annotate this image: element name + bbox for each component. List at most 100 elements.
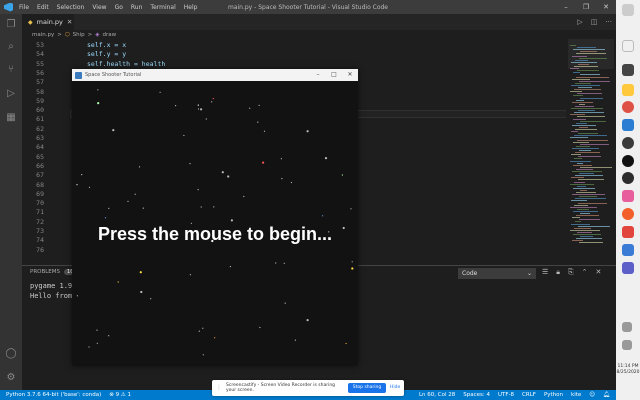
minimap-line xyxy=(578,225,610,227)
taskbar-icon[interactable] xyxy=(622,4,634,16)
folder-icon[interactable] xyxy=(622,84,634,96)
chrome-icon[interactable] xyxy=(622,101,634,113)
menu-item-go[interactable]: Go xyxy=(115,4,123,11)
minimap-line xyxy=(578,179,604,181)
star xyxy=(258,104,260,106)
run-debug-icon[interactable]: ▷ xyxy=(5,88,17,100)
star xyxy=(198,330,200,332)
github-icon[interactable] xyxy=(622,155,634,167)
menu-item-terminal[interactable]: Terminal xyxy=(150,4,175,11)
run-icon[interactable]: ▷ xyxy=(577,18,582,26)
maximize-icon[interactable]: □ xyxy=(326,69,342,81)
app-icon[interactable] xyxy=(622,244,634,256)
minimap-line xyxy=(575,198,606,200)
teams-icon[interactable] xyxy=(622,262,634,274)
search-icon[interactable]: ⌕ xyxy=(5,41,17,53)
indentation[interactable]: Spaces: 4 xyxy=(463,392,490,398)
minimap[interactable] xyxy=(566,39,616,265)
game-window-title: Space Shooter Tutorial xyxy=(85,72,142,78)
problems-status[interactable]: ⊗ 9 ⚠ 1 xyxy=(109,392,131,398)
menu-item-file[interactable]: File xyxy=(19,4,29,11)
star xyxy=(227,175,230,178)
star xyxy=(214,337,216,339)
window-controls: – ❐ ✕ xyxy=(556,0,616,14)
extensions-icon[interactable]: ▦ xyxy=(5,112,17,124)
system-clock[interactable]: 11:14 PM 8/25/2020 xyxy=(616,364,640,376)
star xyxy=(262,161,265,164)
close-panel-icon[interactable]: ✕ xyxy=(596,268,602,277)
star xyxy=(97,89,99,91)
app-icon[interactable] xyxy=(622,190,634,202)
minimap-line xyxy=(577,47,596,49)
minimap-line xyxy=(574,135,607,137)
explorer-icon[interactable]: ❐ xyxy=(5,19,17,31)
kite-status[interactable]: kite xyxy=(571,392,581,398)
minimap-line xyxy=(573,141,589,143)
tab-main-py[interactable]: ◆ main.py ✕ xyxy=(22,14,74,30)
vscode-icon[interactable] xyxy=(622,119,634,131)
settings-gear-icon[interactable]: ⚙ xyxy=(5,372,17,384)
close-icon[interactable]: ✕ xyxy=(596,0,616,14)
encoding[interactable]: UTF-8 xyxy=(498,392,514,398)
minimap-line xyxy=(573,72,580,74)
cursor-position[interactable]: Ln 60, Col 28 xyxy=(419,392,455,398)
app-icon[interactable] xyxy=(622,226,634,238)
minimize-icon[interactable]: – xyxy=(556,0,576,14)
file-explorer-icon[interactable] xyxy=(622,64,634,76)
stop-sharing-button[interactable]: Stop sharing xyxy=(348,383,386,393)
maximize-panel-icon[interactable]: ⌃ xyxy=(582,268,588,277)
volume-icon[interactable] xyxy=(622,340,632,350)
minimap-line xyxy=(575,175,603,177)
breadcrumb-file[interactable]: main.py xyxy=(32,32,54,38)
split-editor-icon[interactable]: ◫ xyxy=(591,18,598,26)
minimap-line xyxy=(580,166,612,168)
network-icon[interactable] xyxy=(622,322,632,332)
python-interpreter[interactable]: Python 3.7.6 64-bit ('base': conda) xyxy=(6,392,101,398)
line-number: 67 xyxy=(36,171,44,180)
source-control-icon[interactable]: ⑂ xyxy=(5,64,17,76)
menu-item-help[interactable]: Help xyxy=(184,4,198,11)
minimap-line xyxy=(570,114,585,116)
line-number: 72 xyxy=(36,217,44,226)
star xyxy=(134,193,136,195)
menu-item-selection[interactable]: Selection xyxy=(57,4,85,11)
language-mode[interactable]: Python xyxy=(544,392,563,398)
drag-handle-icon[interactable]: ⋮ xyxy=(216,385,222,391)
line-number: 58 xyxy=(36,87,44,96)
account-icon[interactable]: ◯ xyxy=(5,348,17,360)
more-actions-icon[interactable]: ··· xyxy=(605,18,612,26)
star xyxy=(212,98,214,100)
obs-icon[interactable] xyxy=(622,172,634,184)
maximize-icon[interactable]: ❐ xyxy=(576,0,596,14)
star xyxy=(150,298,152,300)
tab-close-icon[interactable]: ✕ xyxy=(67,18,72,26)
menu-item-view[interactable]: View xyxy=(92,4,106,11)
tab-problems[interactable]: PROBLEMS xyxy=(30,269,60,275)
bell-icon[interactable]: 🔔︎ xyxy=(603,392,610,398)
output-select[interactable]: Code ⌄ xyxy=(458,268,536,279)
star xyxy=(290,181,292,184)
star xyxy=(350,208,352,210)
breadcrumb-method[interactable]: draw xyxy=(103,32,117,38)
menu-item-run[interactable]: Run xyxy=(131,4,143,11)
breadcrumb-class[interactable]: Ship xyxy=(73,32,85,38)
lock-icon[interactable]: 🔒︎ xyxy=(556,268,560,277)
minimap-line xyxy=(572,101,593,103)
firefox-icon[interactable] xyxy=(622,208,634,220)
game-window[interactable]: Space Shooter Tutorial – □ ✕ Press the m… xyxy=(72,69,358,366)
app-icon[interactable] xyxy=(622,137,634,149)
minimize-icon[interactable]: – xyxy=(310,69,326,81)
notepad-icon[interactable] xyxy=(622,40,634,52)
copy-icon[interactable]: ⎘ xyxy=(568,268,574,277)
line-number: 69 xyxy=(36,189,44,198)
feedback-icon[interactable]: ☺ xyxy=(589,392,595,398)
close-icon[interactable]: ✕ xyxy=(342,69,358,81)
star xyxy=(306,130,309,133)
hide-button[interactable]: Hide xyxy=(390,383,400,393)
game-canvas[interactable]: Press the mouse to begin... xyxy=(72,81,358,366)
star xyxy=(189,274,191,276)
minimap-line xyxy=(579,173,594,175)
line-endings[interactable]: CRLF xyxy=(522,392,536,398)
clear-output-icon[interactable]: ☰ xyxy=(542,268,548,277)
menu-item-edit[interactable]: Edit xyxy=(37,4,49,11)
